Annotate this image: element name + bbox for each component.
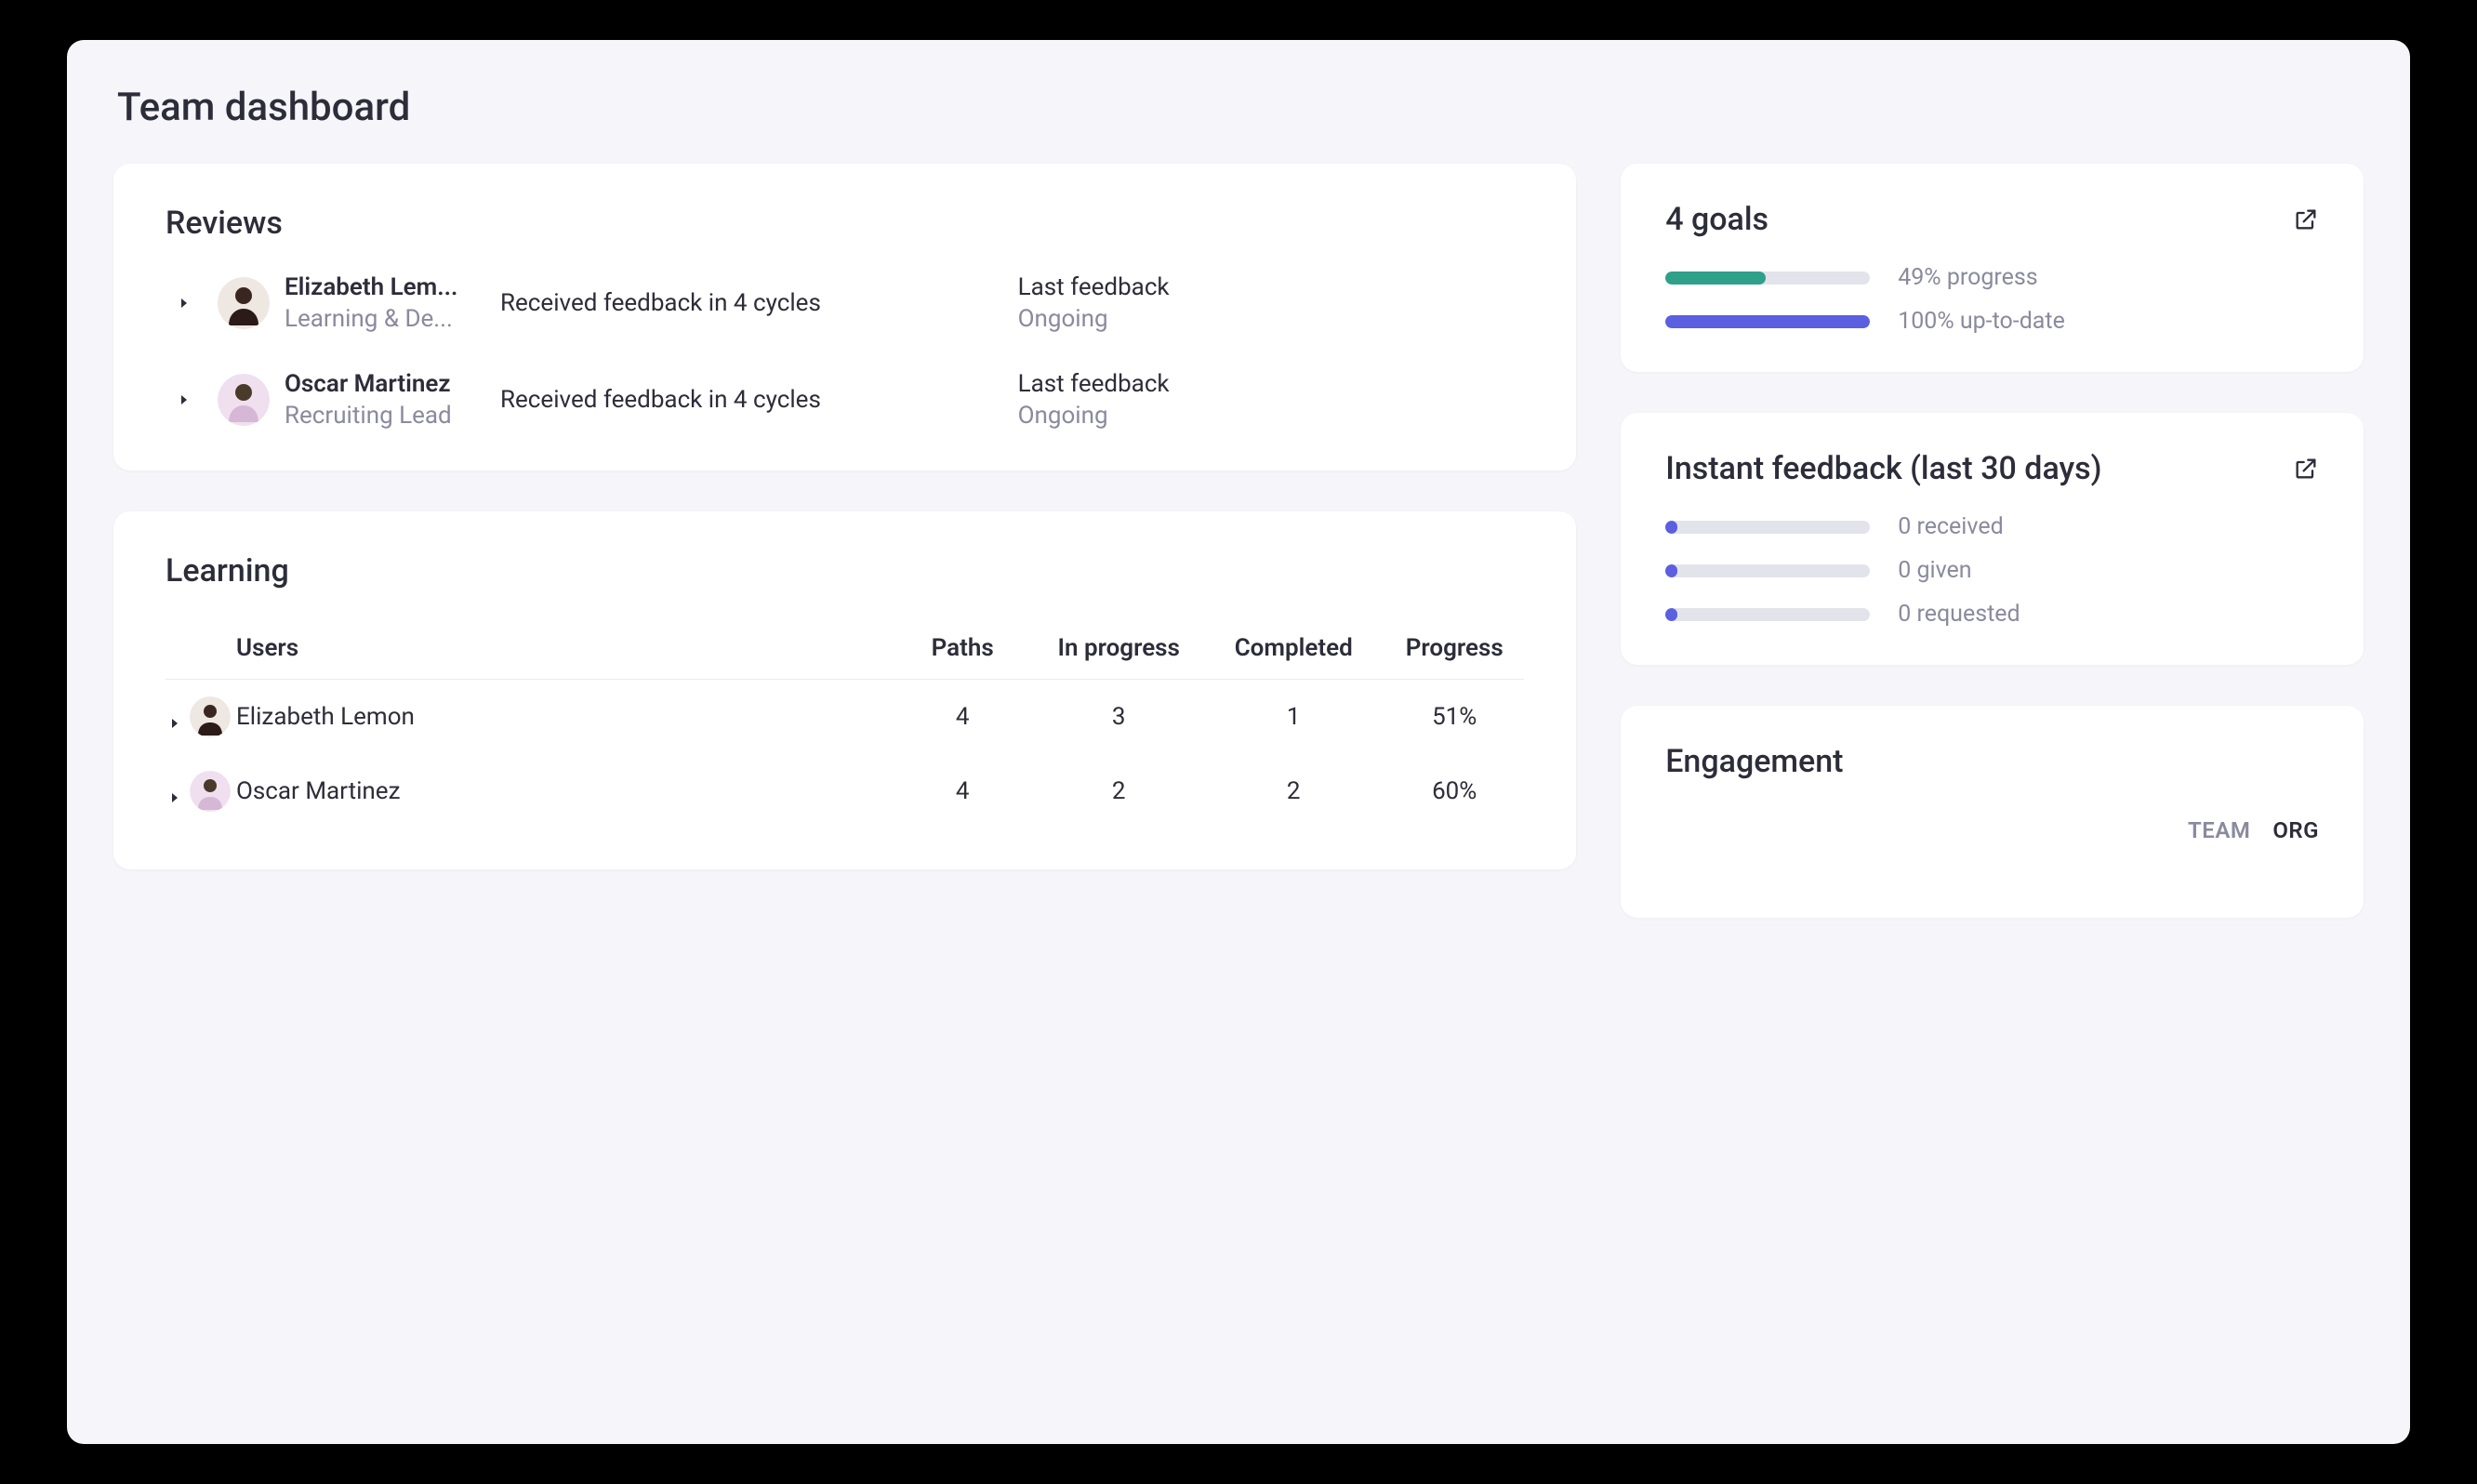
learning-row[interactable]: Elizabeth Lemon 4 3 1 51%: [166, 680, 1524, 754]
learning-progress: 60%: [1384, 777, 1524, 805]
reviews-card: Reviews Elizabeth Lem... Learning & De..…: [113, 164, 1576, 470]
learning-user-name: Oscar Martinez: [236, 777, 890, 805]
person-name: Elizabeth Lem...: [285, 273, 489, 301]
review-row[interactable]: Oscar Martinez Recruiting Lead Received …: [166, 370, 1524, 430]
metric-label: 100% up-to-date: [1898, 308, 2065, 335]
engagement-title: Engagement: [1665, 743, 2319, 780]
learning-in-progress: 2: [1035, 777, 1202, 805]
metric-label: 0 requested: [1898, 601, 2020, 628]
learning-card: Learning Users Paths In progress Complet…: [113, 511, 1576, 869]
learning-table-head: Users Paths In progress Completed Progre…: [166, 617, 1524, 680]
person-role: Recruiting Lead: [285, 402, 489, 430]
avatar: [190, 696, 231, 737]
th-completed: Completed: [1210, 634, 1377, 662]
progress-bar-fill: [1665, 315, 1870, 328]
reviews-title: Reviews: [166, 205, 1524, 242]
progress-bar: [1665, 315, 1870, 328]
metric-row: 0 given: [1665, 557, 2319, 584]
metric-label: 49% progress: [1898, 264, 2037, 291]
review-last: Last feedback Ongoing: [1018, 273, 1525, 333]
th-users: Users: [236, 634, 890, 662]
progress-bar-fill: [1665, 272, 1766, 285]
goals-title: 4 goals: [1665, 201, 1768, 238]
progress-bar: [1665, 521, 1870, 534]
review-person: Oscar Martinez Recruiting Lead: [285, 370, 489, 430]
reviews-list: Elizabeth Lem... Learning & De... Receiv…: [166, 273, 1524, 430]
instant-feedback-title: Instant feedback (last 30 days): [1665, 450, 2101, 487]
avatar: [190, 771, 231, 812]
last-feedback-value: Ongoing: [1018, 305, 1525, 333]
tab-org[interactable]: ORG: [2272, 817, 2319, 843]
progress-bar-fill: [1665, 564, 1677, 577]
tab-team[interactable]: TEAM: [2188, 817, 2250, 843]
chevron-right-icon[interactable]: [177, 392, 192, 407]
person-role: Learning & De...: [285, 305, 489, 333]
main-layout: Reviews Elizabeth Lem... Learning & De..…: [113, 164, 2364, 1444]
metric-row: 49% progress: [1665, 264, 2319, 291]
card-head: Instant feedback (last 30 days): [1665, 450, 2319, 487]
progress-bar: [1665, 272, 1870, 285]
progress-bar-fill: [1665, 521, 1677, 534]
learning-completed: 2: [1210, 777, 1377, 805]
last-feedback-label: Last feedback: [1018, 273, 1525, 301]
review-person: Elizabeth Lem... Learning & De...: [285, 273, 489, 333]
th-in-progress: In progress: [1035, 634, 1202, 662]
learning-row[interactable]: Oscar Martinez 4 2 2 60%: [166, 754, 1524, 828]
page-title: Team dashboard: [117, 85, 2364, 130]
metric-row: 0 requested: [1665, 601, 2319, 628]
app-frame: Team dashboard Reviews Elizabeth: [67, 40, 2410, 1444]
learning-paths: 4: [897, 777, 1027, 805]
last-feedback-label: Last feedback: [1018, 370, 1525, 398]
chevron-right-icon[interactable]: [167, 784, 182, 799]
review-row[interactable]: Elizabeth Lem... Learning & De... Receiv…: [166, 273, 1524, 333]
learning-in-progress: 3: [1035, 703, 1202, 731]
goals-card: 4 goals 49% progress: [1621, 164, 2364, 372]
th-progress: Progress: [1384, 634, 1524, 662]
learning-title: Learning: [166, 552, 1524, 590]
engagement-card: Engagement TEAM ORG: [1621, 706, 2364, 918]
progress-bar: [1665, 564, 1870, 577]
col-right: 4 goals 49% progress: [1621, 164, 2364, 1444]
learning-table: Users Paths In progress Completed Progre…: [166, 617, 1524, 828]
metric-row: 100% up-to-date: [1665, 308, 2319, 335]
learning-user-name: Elizabeth Lemon: [236, 703, 890, 731]
progress-bar-fill: [1665, 608, 1677, 621]
external-link-icon[interactable]: [2293, 206, 2319, 232]
learning-paths: 4: [897, 703, 1027, 731]
engagement-tabs: TEAM ORG: [1665, 817, 2319, 843]
instant-feedback-metrics: 0 received 0 given 0 requested: [1665, 513, 2319, 628]
chevron-right-icon[interactable]: [167, 709, 182, 724]
learning-progress: 51%: [1384, 703, 1524, 731]
th-paths: Paths: [897, 634, 1027, 662]
chevron-right-icon[interactable]: [177, 296, 192, 311]
metric-row: 0 received: [1665, 513, 2319, 540]
review-feedback: Received feedback in 4 cycles: [500, 289, 1007, 317]
feedback-text: Received feedback in 4 cycles: [500, 386, 1007, 414]
card-head: 4 goals: [1665, 201, 2319, 238]
person-name: Oscar Martinez: [285, 370, 489, 398]
instant-feedback-card: Instant feedback (last 30 days) 0 receiv…: [1621, 413, 2364, 665]
review-feedback: Received feedback in 4 cycles: [500, 386, 1007, 414]
metric-label: 0 given: [1898, 557, 1971, 584]
avatar: [218, 277, 270, 329]
review-last: Last feedback Ongoing: [1018, 370, 1525, 430]
goals-metrics: 49% progress 100% up-to-date: [1665, 264, 2319, 335]
metric-label: 0 received: [1898, 513, 2003, 540]
last-feedback-value: Ongoing: [1018, 402, 1525, 430]
feedback-text: Received feedback in 4 cycles: [500, 289, 1007, 317]
progress-bar: [1665, 608, 1870, 621]
col-left: Reviews Elizabeth Lem... Learning & De..…: [113, 164, 1576, 1444]
learning-completed: 1: [1210, 703, 1377, 731]
external-link-icon[interactable]: [2293, 456, 2319, 482]
avatar: [218, 374, 270, 426]
